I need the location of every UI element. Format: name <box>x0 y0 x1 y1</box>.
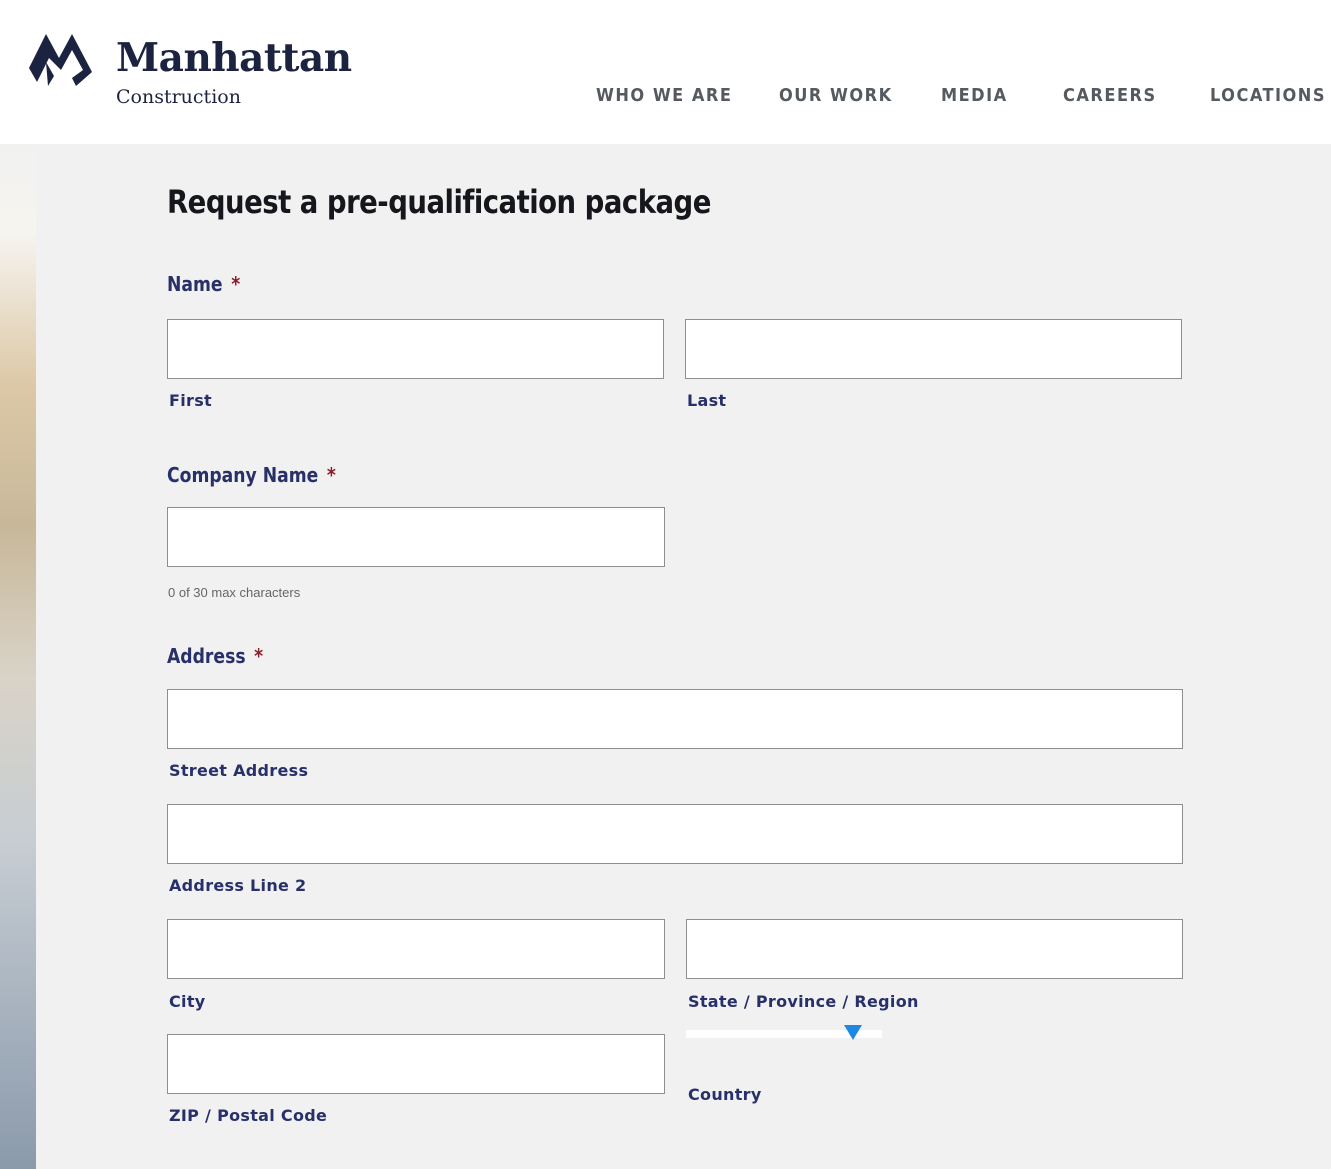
last-name-sublabel: Last <box>687 391 727 410</box>
chevron-down-icon <box>844 1025 862 1040</box>
logo-wordmark: Manhattan <box>116 35 352 81</box>
last-name-input[interactable] <box>685 319 1182 379</box>
nav-item-our-work[interactable]: OUR WORK <box>779 84 893 108</box>
company-name-label-text: Company Name <box>167 463 319 487</box>
site-header: Manhattan Construction WHO WE ARE OUR WO… <box>0 0 1331 144</box>
main-nav: WHO WE ARE OUR WORK MEDIA CAREERS LOCATI… <box>0 84 1331 108</box>
name-label: Name * <box>167 271 240 297</box>
country-select[interactable] <box>686 1025 882 1040</box>
first-name-input[interactable] <box>167 319 664 379</box>
required-marker: * <box>231 272 241 296</box>
zip-postal-code-input[interactable] <box>167 1034 665 1094</box>
nav-item-careers[interactable]: CAREERS <box>1063 84 1157 108</box>
company-name-char-counter: 0 of 30 max characters <box>168 585 301 600</box>
required-marker: * <box>254 644 264 668</box>
required-marker: * <box>326 463 336 487</box>
zip-postal-code-sublabel: ZIP / Postal Code <box>169 1106 328 1125</box>
city-input[interactable] <box>167 919 665 979</box>
first-name-sublabel: First <box>169 391 212 410</box>
nav-item-locations[interactable]: LOCATIONS <box>1210 84 1326 108</box>
name-label-text: Name <box>167 272 223 296</box>
address-label: Address * <box>167 643 263 669</box>
city-sublabel: City <box>169 992 206 1011</box>
street-address-input[interactable] <box>167 689 1183 749</box>
main-content: Request a pre-qualification package Name… <box>36 144 1331 1169</box>
country-sublabel: Country <box>688 1085 762 1104</box>
company-name-input[interactable] <box>167 507 665 567</box>
page-title: Request a pre-qualification package <box>167 183 711 221</box>
nav-item-who-we-are[interactable]: WHO WE ARE <box>596 84 732 108</box>
state-province-region-input[interactable] <box>686 919 1183 979</box>
nav-item-media[interactable]: MEDIA <box>941 84 1008 108</box>
state-province-region-sublabel: State / Province / Region <box>688 992 919 1011</box>
address-label-text: Address <box>167 644 246 668</box>
address-line-2-input[interactable] <box>167 804 1183 864</box>
logo-mark-icon <box>29 34 92 86</box>
street-address-sublabel: Street Address <box>169 761 309 780</box>
company-name-label: Company Name * <box>167 462 336 488</box>
background-image <box>0 0 36 1169</box>
address-line-2-sublabel: Address Line 2 <box>169 876 307 895</box>
